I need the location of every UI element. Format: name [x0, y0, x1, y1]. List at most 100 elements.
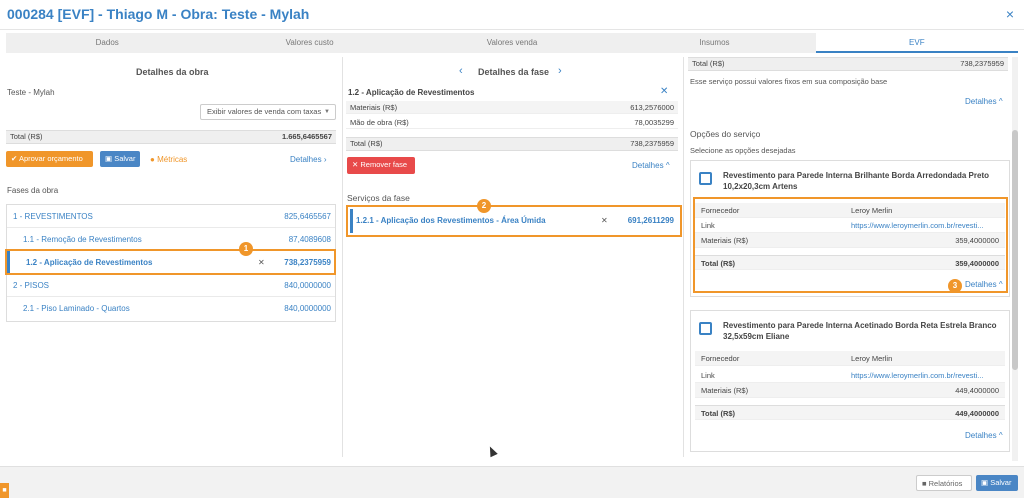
save-obra-button[interactable]: ▣ Salvar: [100, 151, 140, 167]
save-label: Salvar: [990, 478, 1012, 487]
total-value: 738,2375959: [960, 59, 1004, 68]
supplier-label: Fornecedor: [701, 354, 740, 363]
total-value: 738,2375959: [630, 139, 674, 148]
reports-button[interactable]: ■ Relatórios: [916, 475, 972, 491]
next-phase-icon[interactable]: ›: [558, 65, 562, 77]
option-details-link[interactable]: Detalhes ^: [965, 431, 1003, 440]
materials-label: Materiais (R$): [350, 103, 398, 112]
total-label: Total (R$): [692, 59, 725, 68]
close-icon[interactable]: ×: [1006, 6, 1014, 22]
details-label: Detalhes: [965, 431, 997, 440]
chevron-up-icon: ^: [665, 161, 670, 170]
step-marker: 1: [239, 242, 253, 256]
labor-label: Mão de obra (R$): [350, 118, 409, 127]
save-icon: ▣: [981, 478, 989, 487]
metrics-link[interactable]: ● Métricas: [150, 155, 187, 164]
service-details-link[interactable]: Detalhes ^: [965, 97, 1003, 106]
obra-details-link[interactable]: Detalhes ›: [290, 155, 326, 164]
option-title: Revestimento para Parede Interna Acetina…: [723, 321, 997, 341]
option-title: Revestimento para Parede Interna Brilhan…: [723, 171, 989, 191]
title-bar: 000284 [EVF] - Thiago M - Obra: Teste - …: [0, 0, 1024, 30]
materials-value: 613,2576000: [630, 103, 674, 112]
chevron-down-icon: ▼: [324, 109, 330, 115]
phase-value: 840,0000000: [284, 281, 331, 290]
total-value: 449,4000000: [955, 409, 999, 418]
options-subtitle: Selecione as opções desejadas: [690, 146, 796, 155]
labor-value: 78,0035299: [634, 118, 674, 127]
chevron-up-icon: ^: [998, 431, 1003, 440]
phase-total-bar: Total (R$) 738,2375959: [346, 137, 678, 151]
option-card: Revestimento para Parede Interna Acetina…: [690, 310, 1010, 452]
column-divider: [342, 57, 343, 457]
phases-title: Fases da obra: [7, 186, 59, 195]
phase-name: 1.1 - Remoção de Revestimentos: [23, 235, 142, 244]
details-label: Detalhes: [290, 155, 322, 164]
tools-icon[interactable]: ✕: [601, 216, 608, 225]
mouse-cursor-icon: [486, 444, 498, 458]
tab-valores-custo[interactable]: Valores custo: [208, 33, 410, 53]
tools-icon[interactable]: ✕: [660, 86, 668, 97]
scrollbar-thumb[interactable]: [1012, 130, 1018, 370]
phase-name: 1 - REVESTIMENTOS: [13, 212, 93, 221]
service-row[interactable]: 1.2.1 - Aplicação dos Revestimentos - Ár…: [350, 209, 678, 233]
materials-label: Materiais (R$): [701, 386, 749, 395]
link-label: Link: [701, 371, 715, 380]
remove-phase-button[interactable]: ✕ Remover fase: [347, 157, 415, 174]
phase-row[interactable]: 2.1 - Piso Laminado - Quartos 840,000000…: [7, 297, 335, 320]
tag-icon: ■: [922, 479, 927, 488]
option-checkbox[interactable]: [699, 322, 712, 335]
supplier-value: Leroy Merlin: [851, 354, 893, 363]
service-total-bar: Total (R$) 738,2375959: [688, 57, 1008, 71]
window-title: 000284 [EVF] - Thiago M - Obra: Teste - …: [7, 6, 310, 22]
tab-evf[interactable]: EVF: [815, 33, 1019, 53]
phase-value: 825,6465567: [284, 212, 331, 221]
approve-budget-button[interactable]: ✔ Aprovar orçamento: [6, 151, 93, 167]
phase-details-header: Detalhes da fase: [478, 67, 550, 77]
phase-row[interactable]: 1.1 - Remoção de Revestimentos 87,408960…: [7, 228, 335, 251]
prev-phase-icon[interactable]: ‹: [459, 65, 463, 77]
phase-name: 2.1 - Piso Laminado - Quartos: [23, 304, 130, 313]
chevron-right-icon: ›: [323, 155, 327, 164]
total-value: 1.665,6465567: [281, 132, 332, 141]
phase-value: 87,4089608: [288, 235, 331, 244]
obra-name: Teste - Mylah: [7, 88, 55, 97]
total-label: Total (R$): [701, 409, 736, 418]
option-checkbox[interactable]: [699, 172, 712, 185]
tab-insumos[interactable]: Insumos: [613, 33, 815, 53]
obra-total-bar: Total (R$) 1.665,6465567: [6, 130, 336, 144]
product-link[interactable]: https://www.leroymerlin.com.br/revesti..…: [851, 368, 984, 383]
phase-details-link[interactable]: Detalhes ^: [632, 161, 670, 170]
select-value: Exibir valores de venda com taxas: [207, 107, 322, 116]
highlight-frame: [693, 197, 1008, 293]
phase-title: 1.2 - Aplicação de Revestimentos: [348, 88, 475, 97]
details-label: Detalhes: [632, 161, 664, 170]
materials-row: Materiais (R$) 613,2576000: [346, 101, 678, 114]
approve-label: Aprovar orçamento: [18, 154, 83, 163]
labor-row: Mão de obra (R$) 78,0035299: [346, 116, 678, 129]
metrics-label: Métricas: [157, 155, 188, 164]
corner-badge: ■: [0, 483, 9, 498]
price-display-select[interactable]: Exibir valores de venda com taxas ▼: [200, 104, 336, 120]
phase-row[interactable]: 2 - PISOS 840,0000000: [7, 274, 335, 297]
reports-label: Relatórios: [928, 479, 963, 488]
column-divider: [683, 57, 684, 457]
phase-name: 2 - PISOS: [13, 281, 50, 290]
footer-bar: ■ Relatórios ▣ Salvar: [0, 466, 1024, 498]
highlight-frame: [5, 249, 336, 275]
save-label: Salvar: [114, 154, 136, 163]
total-row: Total (R$) 449,4000000: [695, 405, 1005, 420]
supplier-row: Fornecedor Leroy Merlin: [695, 351, 1005, 366]
save-button[interactable]: ▣ Salvar: [976, 475, 1018, 491]
options-title: Opções do serviço: [690, 129, 761, 139]
check-icon: ✔: [11, 154, 18, 163]
obra-details-header: Detalhes da obra: [136, 67, 209, 77]
remove-label: Remover fase: [360, 160, 408, 169]
details-label: Detalhes: [965, 97, 997, 106]
link-row: Link https://www.leroymerlin.com.br/reve…: [695, 368, 1005, 383]
services-title: Serviços da fase: [347, 193, 410, 203]
tab-valores-venda[interactable]: Valores venda: [411, 33, 613, 53]
materials-row: Materiais (R$) 449,4000000: [695, 383, 1005, 398]
step-marker: 3: [948, 279, 962, 293]
phase-row[interactable]: 1 - REVESTIMENTOS 825,6465567: [7, 205, 335, 228]
tab-dados[interactable]: Dados: [6, 33, 208, 53]
